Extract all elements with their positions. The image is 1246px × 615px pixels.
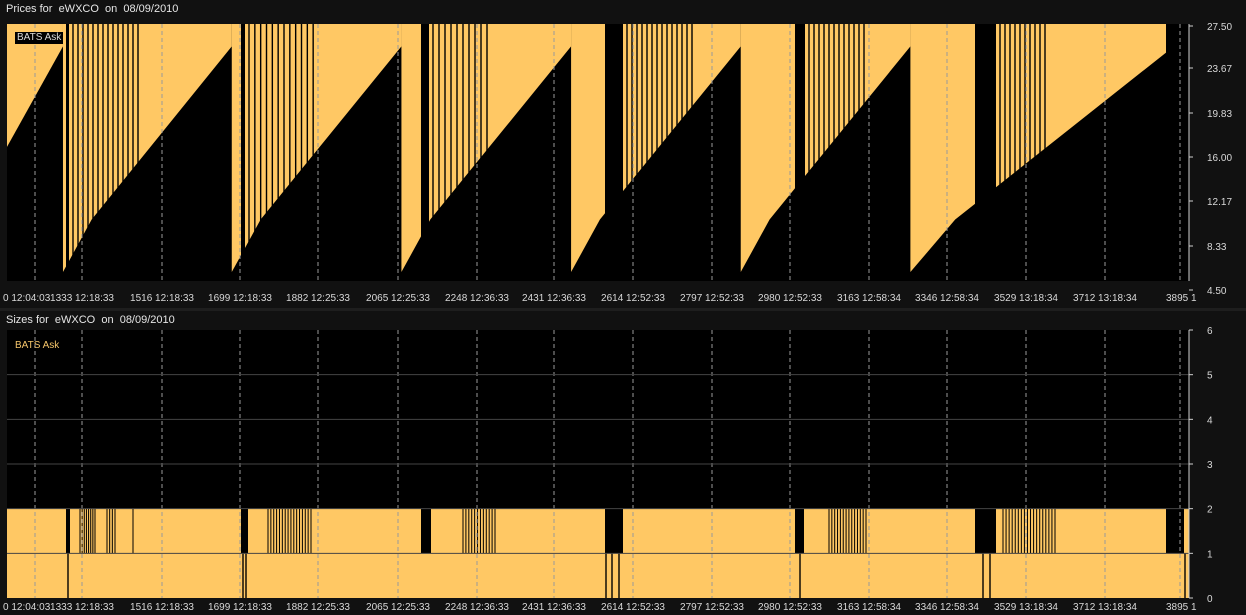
price-y-tick-label: 12.17 (1207, 197, 1232, 208)
size-y-tick-label: 6 (1207, 326, 1213, 337)
price-y-tick-label: 27.50 (1207, 22, 1232, 33)
size-x-tick-label: 1699 12:18:33 (208, 602, 272, 613)
size-x-tick-label: 1882 12:25:33 (286, 602, 350, 613)
price-x-tick-label: 1882 12:25:33 (286, 293, 350, 304)
price-x-tick-label: 3895 1 (1166, 293, 1197, 304)
price-x-tick-label: 0 12:04:03 (3, 293, 51, 304)
size-y-tick-label: 2 (1207, 505, 1213, 516)
price-y-tick-label: 4.50 (1207, 286, 1227, 297)
price-panel: Prices for eWXCO on 08/09/2010 27.50 23.6… (0, 0, 1246, 308)
price-x-tick-label: 2797 12:52:33 (680, 293, 744, 304)
size-y-tick-label: 4 (1207, 415, 1213, 426)
size-dip (975, 508, 996, 554)
price-x-tick-label: 3712 13:18:34 (1073, 293, 1137, 304)
size-x-tick-label: 2980 12:52:33 (758, 602, 822, 613)
size-x-tick-label: 3712 13:18:34 (1073, 602, 1137, 613)
size-y-tick-label: 5 (1207, 371, 1213, 382)
size-dip (241, 508, 248, 554)
size-x-tick-label: 3163 12:58:34 (837, 602, 901, 613)
size-dip (1166, 508, 1184, 554)
price-y-tick-label: 23.67 (1207, 64, 1232, 75)
price-x-tick-label: 2065 12:25:33 (366, 293, 430, 304)
price-x-tick-label: 2431 12:36:33 (522, 293, 586, 304)
size-x-tick-label: 3895 1 (1166, 602, 1197, 613)
price-gap-block (241, 24, 245, 279)
size-x-tick-label: 1516 12:18:33 (130, 602, 194, 613)
price-x-tick-label: 3529 13:18:34 (994, 293, 1058, 304)
size-y-tick-label: 1 (1207, 549, 1213, 560)
price-x-tick-label: 2980 12:52:33 (758, 293, 822, 304)
size-dip (421, 508, 431, 554)
size-x-tick-label: 1333 12:18:33 (50, 602, 114, 613)
size-x-tick-label: 3346 12:58:34 (915, 602, 979, 613)
price-x-tick-label: 3163 12:58:34 (837, 293, 901, 304)
size-y-axis: 6 5 4 3 2 1 0 (1189, 326, 1213, 605)
price-legend: BATS Ask (15, 32, 64, 44)
size-legend: BATS Ask (15, 340, 60, 351)
size-dip (795, 508, 804, 554)
price-gap-block (975, 24, 996, 279)
price-y-tick-label: 19.83 (1207, 109, 1232, 120)
size-chart[interactable]: 6 5 4 3 2 1 0 0 12:04:03 1333 12:18:33 1516 12:1… (0, 311, 1246, 615)
size-x-tick-label: 3529 13:18:34 (994, 602, 1058, 613)
size-x-tick-label: 2248 12:36:33 (445, 602, 509, 613)
size-y-tick-label: 0 (1207, 594, 1213, 605)
price-gap-block (66, 24, 69, 279)
size-x-tick-label: 2065 12:25:33 (366, 602, 430, 613)
price-x-tick-label: 1699 12:18:33 (208, 293, 272, 304)
price-gap-block (421, 24, 429, 279)
price-gap-block (795, 24, 805, 279)
price-x-axis: 0 12:04:03 1333 12:18:33 1516 12:18:33 1699… (3, 293, 1197, 304)
size-x-tick-label: 2797 12:52:33 (680, 602, 744, 613)
price-y-axis: 27.50 23.67 19.83 16.00 12.17 8.33 4.50 (1189, 22, 1232, 297)
size-y-tick-label: 3 (1207, 460, 1213, 471)
size-dip (66, 508, 70, 554)
size-x-tick-label: 2431 12:36:33 (522, 602, 586, 613)
size-panel: Sizes for eWXCO on 08/09/2010 6543210 0 … (0, 311, 1246, 615)
price-x-tick-label: 1516 12:18:33 (130, 293, 194, 304)
price-gap-block (605, 24, 623, 279)
price-y-tick-label: 16.00 (1207, 153, 1232, 164)
price-x-tick-label: 2248 12:36:33 (445, 293, 509, 304)
size-x-axis: 0 12:04:03 1333 12:18:33 1516 12:18:33 1699… (3, 602, 1197, 613)
size-x-tick-label: 2614 12:52:33 (601, 602, 665, 613)
price-x-tick-label: 1333 12:18:33 (50, 293, 114, 304)
price-x-tick-label: 3346 12:58:34 (915, 293, 979, 304)
size-dip (605, 508, 623, 554)
price-chart[interactable]: 27.50 23.67 19.83 16.00 12.17 8.33 4.50 0 12:0… (0, 0, 1246, 308)
price-y-tick-label: 8.33 (1207, 242, 1227, 253)
size-x-tick-label: 0 12:04:03 (3, 602, 51, 613)
price-x-tick-label: 2614 12:52:33 (601, 293, 665, 304)
